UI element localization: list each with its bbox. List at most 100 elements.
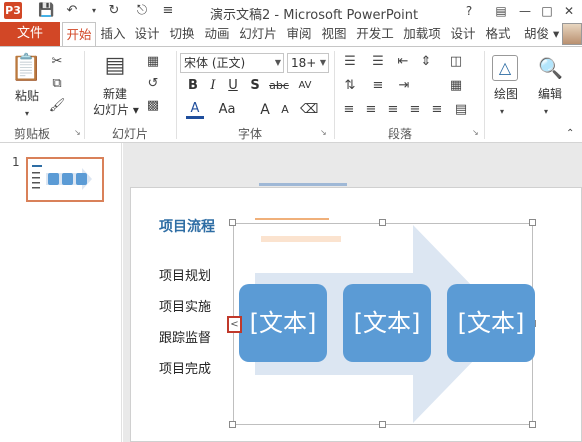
justify-icon[interactable]: ≡ (406, 101, 424, 119)
resize-handle[interactable] (379, 219, 386, 226)
smartart-graphic[interactable]: [文本] [文本] [文本] < (227, 219, 536, 428)
grow-font-button[interactable]: A (256, 101, 274, 119)
character-spacing-button[interactable]: AV (294, 77, 316, 95)
change-case-button[interactable]: Aa (214, 101, 240, 119)
slide-number: 1 (12, 155, 20, 169)
group-separator (334, 51, 335, 139)
text-shadow-button[interactable]: S (246, 77, 264, 95)
tab-format[interactable]: 格式 (482, 22, 514, 46)
drawing-button-label[interactable]: 绘图 (490, 87, 522, 102)
bullet-item[interactable]: 项目规划 (159, 265, 211, 284)
tab-file[interactable]: 文件 (0, 22, 60, 46)
drawing-dropdown-icon[interactable]: ▾ (500, 103, 504, 121)
tab-home[interactable]: 开始 (62, 22, 96, 47)
redo-icon[interactable]: ↻ (106, 3, 122, 19)
customize-toolbar-icon[interactable]: ≡ (160, 3, 176, 19)
convert-smartart-icon[interactable]: ▦ (446, 77, 466, 95)
present-from-start-icon[interactable]: ⎋ (134, 3, 150, 19)
new-slide-icon[interactable]: ▤ (100, 53, 130, 79)
tab-addins[interactable]: 加载项 (400, 22, 444, 46)
underline-button[interactable]: U (224, 77, 242, 95)
font-size-select[interactable]: 18+ ▼ (287, 53, 329, 73)
chevron-down-icon: ▼ (319, 58, 326, 67)
bold-button[interactable]: B (184, 77, 202, 95)
shapes-icon[interactable]: △ (492, 55, 518, 81)
section-icon[interactable]: ▩ (144, 97, 162, 115)
bullets-icon[interactable]: ☰ (340, 53, 360, 71)
undo-dropdown-icon[interactable]: ▾ (86, 3, 102, 19)
tab-slideshow[interactable]: 幻灯片 (236, 22, 280, 46)
group-separator (176, 51, 177, 139)
clipboard-launcher-icon[interactable]: ↘ (74, 128, 81, 137)
clear-formatting-icon[interactable]: ⌫ (300, 101, 318, 119)
slide-title[interactable]: 项目流程 (159, 216, 215, 236)
tab-transitions[interactable]: 切换 (166, 22, 198, 46)
new-slide-label-2[interactable]: 幻灯片 ▾ (90, 103, 142, 118)
paragraph-launcher-icon[interactable]: ↘ (472, 128, 479, 137)
save-icon[interactable]: 💾 (38, 3, 54, 19)
undo-icon[interactable]: ↶ (64, 3, 80, 19)
layout-icon[interactable]: ▦ (144, 53, 162, 71)
thumbnail-preview (32, 165, 92, 190)
format-painter-icon[interactable]: 🖌 (48, 97, 66, 115)
resize-handle[interactable] (529, 219, 536, 226)
user-account[interactable]: 胡俊 ▾ (524, 22, 559, 46)
smartart-text-box[interactable]: [文本] (447, 284, 535, 362)
align-left-icon[interactable]: ≡ (340, 101, 358, 119)
align-right-icon[interactable]: ≡ (384, 101, 402, 119)
font-name-select[interactable]: 宋体 (正文) ▼ (180, 53, 284, 73)
group-separator (84, 51, 85, 139)
tab-insert[interactable]: 插入 (98, 22, 128, 46)
decrease-indent-icon[interactable]: ⇤ (394, 53, 412, 71)
italic-button[interactable]: I (204, 77, 222, 95)
font-launcher-icon[interactable]: ↘ (320, 128, 327, 137)
distributed-icon[interactable]: ≡ (428, 101, 446, 119)
tab-review[interactable]: 审阅 (283, 22, 315, 46)
paste-icon[interactable]: 📋 (10, 53, 42, 83)
numbering-icon[interactable]: ☰ (368, 53, 388, 71)
bullet-item[interactable]: 跟踪监督 (159, 327, 211, 346)
paragraph-columns-icon[interactable]: ▤ (452, 101, 470, 119)
columns-icon[interactable]: ◫ (446, 53, 466, 71)
help-button[interactable]: ? (458, 2, 480, 20)
slide-thumbnail[interactable] (26, 157, 104, 202)
resize-handle[interactable] (529, 421, 536, 428)
editing-button-label[interactable]: 编辑 (534, 87, 566, 102)
font-color-button[interactable]: A (186, 101, 204, 119)
paste-dropdown-icon[interactable]: ▾ (25, 105, 29, 123)
smartart-text-box[interactable]: [文本] (343, 284, 431, 362)
resize-handle[interactable] (229, 421, 236, 428)
strikethrough-button[interactable]: abc (266, 77, 292, 95)
tab-animations[interactable]: 动画 (201, 22, 233, 46)
binoculars-icon[interactable]: 🔍 (538, 55, 563, 81)
align-text-icon[interactable]: ≡ (368, 77, 388, 95)
new-slide-label[interactable]: 新建 (92, 87, 138, 102)
line-spacing-icon[interactable]: ⇕ (416, 53, 436, 71)
tab-smartart-design[interactable]: 设计 (447, 22, 479, 46)
bullet-item[interactable]: 项目完成 (159, 358, 211, 377)
align-center-icon[interactable]: ≡ (362, 101, 380, 119)
shrink-font-button[interactable]: A (276, 101, 294, 119)
resize-handle[interactable] (229, 219, 236, 226)
restore-button[interactable]: □ (536, 2, 558, 20)
paste-button-label[interactable]: 粘贴 (10, 89, 44, 104)
ribbon-display-icon[interactable]: ▤ (490, 2, 512, 20)
resize-handle[interactable] (379, 421, 386, 428)
bullet-item[interactable]: 项目实施 (159, 296, 211, 315)
slide-canvas[interactable]: 项目流程 项目规划 项目实施 跟踪监督 项目完成 [文本] [文本] [文本] … (130, 187, 582, 442)
text-direction-icon[interactable]: ⇅ (340, 77, 360, 95)
increase-indent-icon[interactable]: ⇥ (394, 77, 414, 95)
tab-design[interactable]: 设计 (131, 22, 163, 46)
smartart-text-box[interactable]: [文本] (239, 284, 327, 362)
reset-icon[interactable]: ↺ (144, 75, 162, 93)
editing-dropdown-icon[interactable]: ▾ (544, 103, 548, 121)
minimize-button[interactable]: — (514, 2, 536, 20)
text-pane-expander-button[interactable]: < (227, 316, 242, 333)
tab-developer[interactable]: 开发工 (353, 22, 397, 46)
cut-icon[interactable]: ✂ (48, 53, 66, 71)
collapse-ribbon-icon[interactable]: ⌃ (566, 125, 574, 143)
copy-icon[interactable]: ⧉ (48, 75, 66, 93)
tab-view[interactable]: 视图 (318, 22, 350, 46)
close-button[interactable]: ✕ (558, 2, 580, 20)
avatar[interactable] (562, 23, 582, 45)
